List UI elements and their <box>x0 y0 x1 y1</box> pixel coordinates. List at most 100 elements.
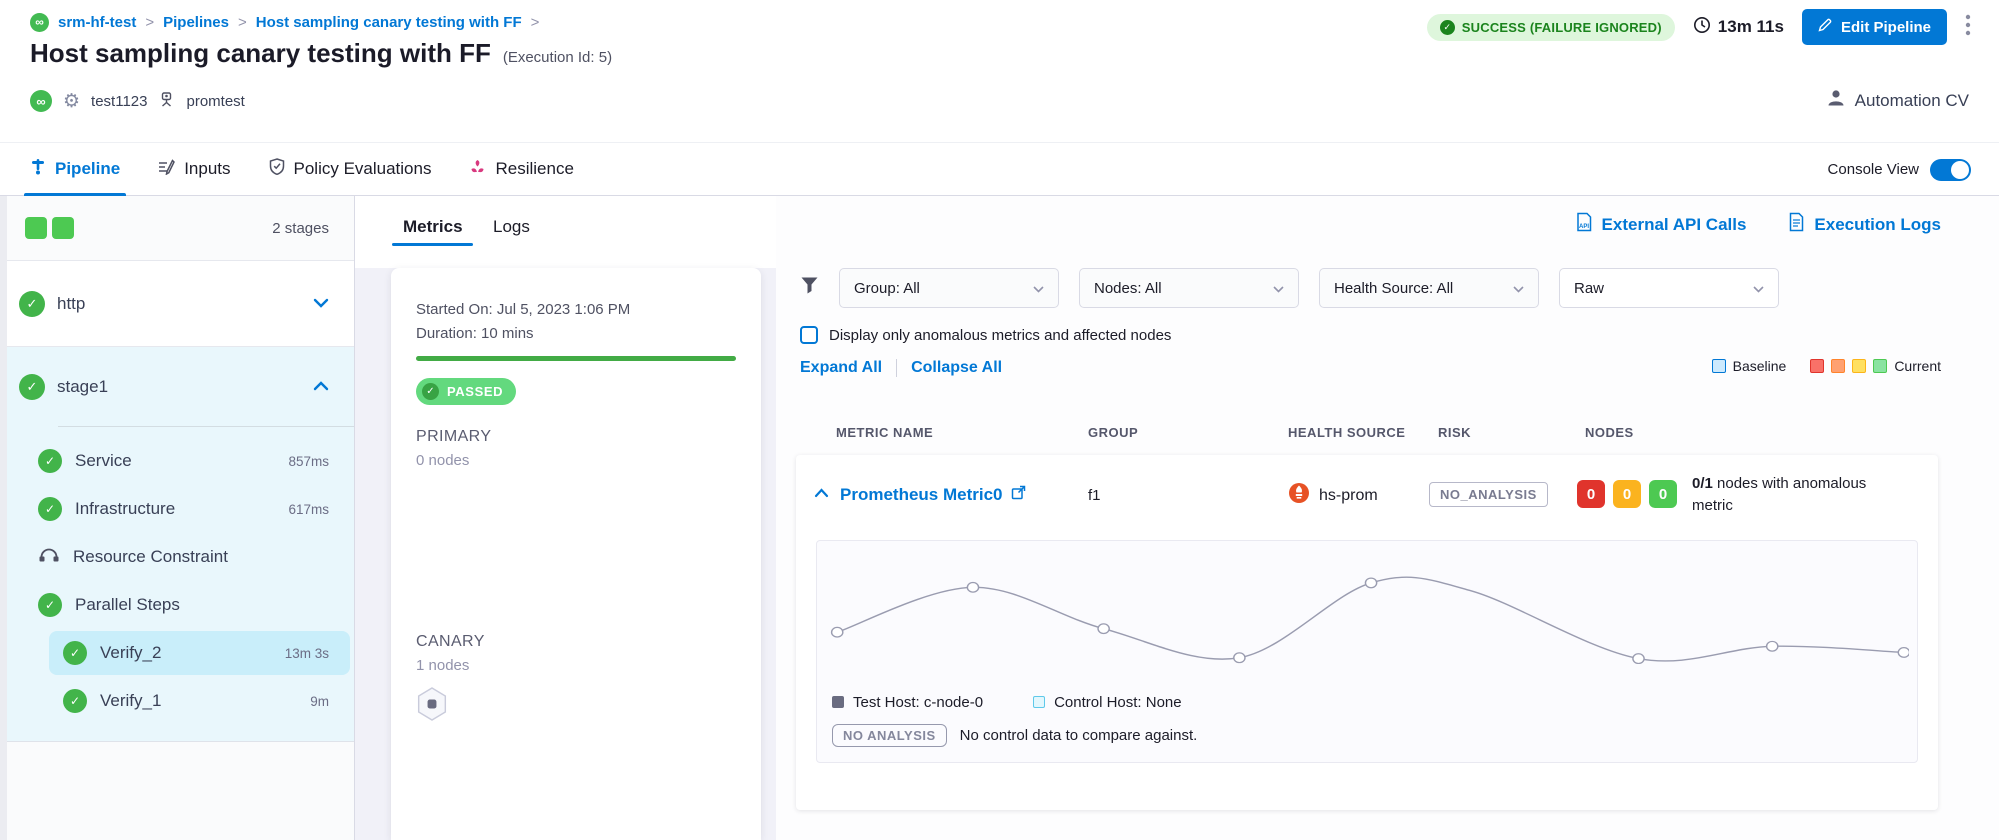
current-swatch-green <box>1873 359 1887 373</box>
stage-count: 2 stages <box>272 220 329 237</box>
anomalous-checkbox[interactable] <box>800 326 818 344</box>
gear-icon: ⚙ <box>63 92 80 111</box>
passed-badge: ✓ PASSED <box>416 378 516 405</box>
node-count-yellow: 0 <box>1613 480 1641 508</box>
health-source-filter-dropdown[interactable]: Health Source: All <box>1319 268 1539 308</box>
success-check-icon: ✓ <box>38 449 62 473</box>
collapse-all-link[interactable]: Collapse All <box>911 359 1002 377</box>
canary-label: CANARY <box>416 633 485 651</box>
current-user: Automation CV <box>1826 88 1969 113</box>
metric-chart-container: Test Host: c-node-0 Control Host: None N… <box>816 540 1918 763</box>
chevron-down-icon[interactable] <box>313 295 329 313</box>
panel-links: API External API Calls Execution Logs <box>1575 212 1941 237</box>
current-label: Current <box>1894 358 1941 374</box>
node-count-red: 0 <box>1577 480 1605 508</box>
console-view-toggle[interactable] <box>1930 159 1971 181</box>
details-column: Started On: Jul 5, 2023 1:06 PM Duration… <box>355 268 776 840</box>
success-check-icon: ✓ <box>38 497 62 521</box>
svg-text:API: API <box>1579 224 1589 230</box>
toggle-knob <box>1951 161 1969 179</box>
no-analysis-badge: NO ANALYSIS <box>832 724 947 747</box>
risk-status: NO_ANALYSIS <box>1429 482 1548 507</box>
verification-summary-card: Started On: Jul 5, 2023 1:06 PM Duration… <box>391 268 761 840</box>
started-on: Started On: Jul 5, 2023 1:06 PM <box>416 301 630 318</box>
page-header: ∞ srm-hf-test > Pipelines > Host samplin… <box>0 0 1999 143</box>
anomalous-checkbox-label: Display only anomalous metrics and affec… <box>829 327 1171 344</box>
breadcrumb-pipeline-name[interactable]: Host sampling canary testing with FF <box>256 14 522 31</box>
filter-funnel-icon[interactable] <box>800 276 819 300</box>
canary-node-count: 1 nodes <box>416 657 469 674</box>
sidebar-stage-http[interactable]: ✓ http <box>7 261 354 347</box>
success-check-icon: ✓ <box>422 383 439 400</box>
chevron-down-icon <box>1513 280 1524 297</box>
edit-pipeline-button[interactable]: Edit Pipeline <box>1802 9 1947 45</box>
service-name[interactable]: test1123 <box>91 93 147 110</box>
environment-name[interactable]: promtest <box>186 93 244 110</box>
group-filter-dropdown[interactable]: Group: All <box>839 268 1059 308</box>
active-tab-underline <box>392 243 473 246</box>
stage-status-square <box>25 217 47 239</box>
step-parallel-steps[interactable]: ✓ Parallel Steps <box>7 581 354 629</box>
page-title: Host sampling canary testing with FF <box>30 38 491 69</box>
elapsed-time: 13m 11s <box>1693 16 1784 39</box>
primary-label: PRIMARY <box>416 428 491 446</box>
collapse-metric-chevron-icon[interactable] <box>814 485 829 503</box>
host-legend: Test Host: c-node-0 Control Host: None <box>832 691 1182 713</box>
status-badge: ✓ SUCCESS (FAILURE IGNORED) <box>1427 14 1675 41</box>
progress-bar <box>416 356 736 361</box>
no-analysis-message: No control data to compare against. <box>960 727 1198 744</box>
metric-group: f1 <box>1088 487 1101 504</box>
tab-pipeline[interactable]: Pipeline <box>30 143 120 196</box>
breadcrumb-project[interactable]: srm-hf-test <box>58 14 136 31</box>
col-header-risk: RISK <box>1438 425 1471 440</box>
col-header-metric-name: METRIC NAME <box>836 425 933 440</box>
execution-stage-sidebar: 2 stages ✓ http ✓ stage1 ✓ Service 857ms… <box>7 196 355 840</box>
shield-check-icon <box>269 158 285 180</box>
success-check-icon: ✓ <box>38 593 62 617</box>
tab-logs[interactable]: Logs <box>493 217 530 237</box>
tab-inputs[interactable]: Inputs <box>158 143 230 196</box>
external-api-calls-link[interactable]: API External API Calls <box>1575 212 1747 237</box>
left-edge-strip <box>0 196 7 840</box>
sidebar-stage-stage1[interactable]: ✓ stage1 <box>7 347 354 426</box>
step-verify-2[interactable]: ✓ Verify_2 13m 3s <box>49 631 350 675</box>
kebab-menu-icon[interactable] <box>1965 13 1971 42</box>
tab-resilience[interactable]: Resilience <box>469 143 573 196</box>
col-header-group: GROUP <box>1088 425 1138 440</box>
clock-icon <box>1693 16 1711 39</box>
canary-node-hexagon[interactable] <box>416 686 448 727</box>
chevron-down-icon <box>1273 280 1284 297</box>
step-list: ✓ Service 857ms ✓ Infrastructure 617ms R… <box>7 427 354 741</box>
success-check-icon: ✓ <box>63 689 87 713</box>
success-check-icon: ✓ <box>1440 20 1455 35</box>
divider <box>896 359 897 377</box>
step-infrastructure[interactable]: ✓ Infrastructure 617ms <box>7 485 354 533</box>
stage-summary-header: 2 stages <box>7 196 354 261</box>
user-avatar-icon <box>1826 88 1846 113</box>
nodes-filter-dropdown[interactable]: Nodes: All <box>1079 268 1299 308</box>
pipeline-icon <box>30 158 46 180</box>
metric-chart-svg[interactable] <box>827 553 1909 685</box>
service-status-icon: ∞ <box>30 90 52 112</box>
view-mode-dropdown[interactable]: Raw <box>1559 268 1779 308</box>
current-swatch-yellow <box>1852 359 1866 373</box>
step-verify-1[interactable]: ✓ Verify_1 9m <box>7 677 354 725</box>
execution-logs-link[interactable]: Execution Logs <box>1788 212 1941 237</box>
chevron-up-icon[interactable] <box>313 378 329 396</box>
chevron-down-icon <box>1033 280 1044 297</box>
tab-metrics[interactable]: Metrics <box>403 217 463 237</box>
control-host-label: Control Host: None <box>1054 694 1182 711</box>
breadcrumb-pipelines[interactable]: Pipelines <box>163 14 229 31</box>
external-link-icon[interactable] <box>1011 485 1026 505</box>
details-tabs-strip: Metrics Logs <box>355 196 776 268</box>
step-service[interactable]: ✓ Service 857ms <box>7 437 354 485</box>
prometheus-icon <box>1288 482 1310 509</box>
title-row: Host sampling canary testing with FF (Ex… <box>30 38 612 69</box>
step-resource-constraint[interactable]: Resource Constraint <box>7 533 354 581</box>
console-view-control: Console View <box>1828 143 1971 196</box>
tab-policy-evaluations[interactable]: Policy Evaluations <box>269 143 432 196</box>
metric-name-link[interactable]: Prometheus Metric0 <box>840 485 1026 505</box>
baseline-swatch <box>1712 359 1726 373</box>
expand-all-link[interactable]: Expand All <box>800 359 882 377</box>
execution-id: (Execution Id: 5) <box>503 49 612 66</box>
